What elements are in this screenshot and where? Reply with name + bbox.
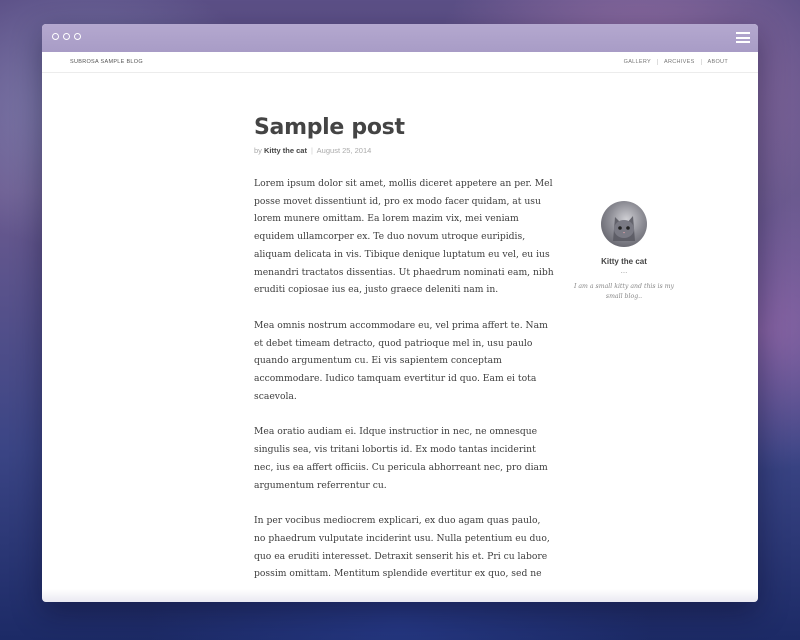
- nav-links: GALLERY ARCHIVES ABOUT: [618, 59, 734, 65]
- post-body: Lorem ipsum dolor sit amet, mollis dicer…: [254, 175, 554, 583]
- post-title: Sample post: [254, 115, 405, 140]
- post-paragraph: In per vocibus mediocrem explicari, ex d…: [254, 515, 550, 580]
- sidebar-author-name: Kitty the cat: [601, 257, 647, 266]
- author-sidebar: Kitty the cat ... I am a small kitty and…: [570, 201, 678, 302]
- window-titlebar: [42, 24, 758, 52]
- nav-about-link[interactable]: ABOUT: [700, 59, 734, 65]
- post-paragraph: Lorem ipsum dolor sit amet, mollis dicer…: [254, 178, 554, 296]
- post-paragraph: Mea omnis nostrum accommodare eu, vel pr…: [254, 319, 548, 402]
- sidebar-ellipsis: ...: [620, 266, 628, 275]
- cat-face-icon: [613, 216, 635, 241]
- window-control-minimize-icon[interactable]: [63, 33, 70, 40]
- window-control-maximize-icon[interactable]: [74, 33, 81, 40]
- hamburger-menu-icon[interactable]: [736, 32, 750, 43]
- author-avatar[interactable]: [601, 201, 647, 247]
- page-content: Sample post by Kitty the cat | August 25…: [42, 73, 758, 602]
- nav-gallery-link[interactable]: GALLERY: [618, 59, 657, 65]
- window-controls: [52, 33, 81, 40]
- blog-navbar: SUBROSA SAMPLE BLOG GALLERY ARCHIVES ABO…: [42, 52, 758, 73]
- blog-post: Sample post by Kitty the cat | August 25…: [254, 115, 554, 601]
- site-name-link[interactable]: SUBROSA SAMPLE BLOG: [70, 59, 143, 65]
- meta-separator: |: [311, 146, 313, 155]
- sidebar-description: I am a small kitty and this is my small …: [573, 283, 675, 300]
- window-bottom-fade: [42, 589, 758, 602]
- post-date: August 25, 2014: [316, 146, 372, 155]
- post-meta: by Kitty the cat | August 25, 2014: [254, 146, 554, 155]
- post-author-link[interactable]: Kitty the cat: [264, 146, 307, 155]
- post-paragraph: Mea oratio audiam ei. Idque instructior …: [254, 426, 548, 491]
- browser-window: SUBROSA SAMPLE BLOG GALLERY ARCHIVES ABO…: [42, 24, 758, 602]
- nav-archives-link[interactable]: ARCHIVES: [657, 59, 701, 65]
- post-by-label: by: [254, 146, 262, 155]
- window-control-close-icon[interactable]: [52, 33, 59, 40]
